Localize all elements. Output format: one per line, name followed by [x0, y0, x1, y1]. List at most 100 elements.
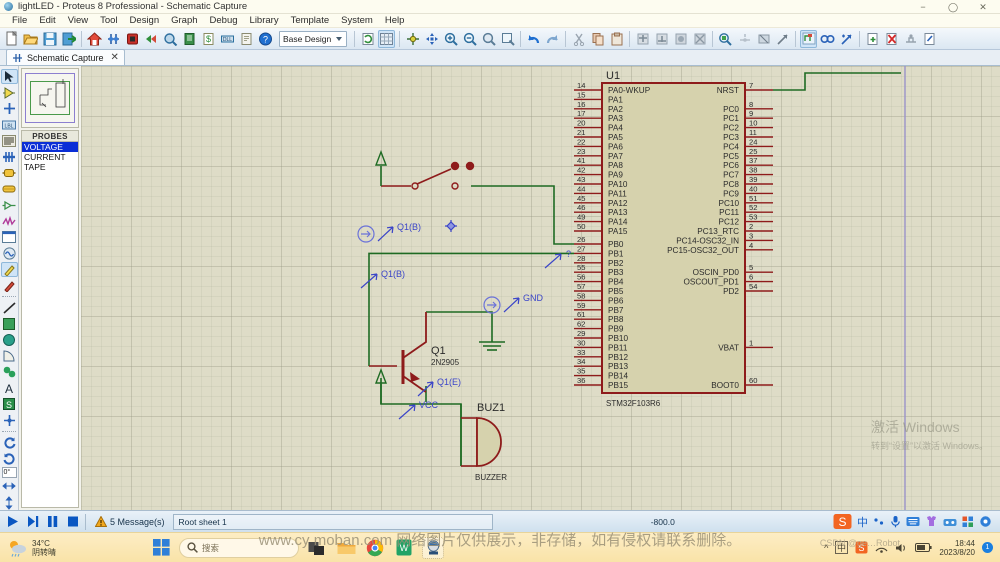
- new-file-icon[interactable]: [3, 30, 20, 48]
- design-explorer-2-icon[interactable]: [921, 30, 938, 48]
- home-page-icon[interactable]: [86, 30, 103, 48]
- windows-start-icon[interactable]: [150, 537, 172, 559]
- paste-icon[interactable]: [608, 30, 625, 48]
- menu-debug[interactable]: Debug: [204, 14, 244, 28]
- cut-icon[interactable]: [570, 30, 587, 48]
- pan-icon[interactable]: [423, 30, 440, 48]
- proteus-taskbar-icon[interactable]: [422, 536, 444, 559]
- new-sheet-icon[interactable]: [864, 30, 881, 48]
- exit-sheet-icon[interactable]: [902, 30, 919, 48]
- 2d-marker-icon[interactable]: [1, 413, 18, 428]
- bill-cost-icon[interactable]: $: [200, 30, 217, 48]
- keyboard-icon[interactable]: [906, 516, 920, 527]
- punctuation-icon[interactable]: [873, 516, 885, 528]
- set-origin-icon[interactable]: [404, 30, 421, 48]
- menu-design[interactable]: Design: [124, 14, 166, 28]
- zoom-area-icon[interactable]: [480, 30, 497, 48]
- 2d-symbol-icon[interactable]: S: [1, 397, 18, 412]
- sogou-tray-icon[interactable]: S: [855, 541, 868, 554]
- block-copy-icon[interactable]: [634, 30, 651, 48]
- notification-badge[interactable]: 1: [982, 542, 993, 553]
- current-probe-icon[interactable]: [1, 278, 18, 293]
- schematic-canvas[interactable]: U1 STM32F103R6 PA0-WKUP PA1 PA2 PA3 PA4 …: [81, 66, 1000, 510]
- component-mode-icon[interactable]: [1, 85, 18, 100]
- junction-dot-icon[interactable]: [1, 101, 18, 116]
- undo-icon[interactable]: [525, 30, 542, 48]
- buses-icon[interactable]: [1, 150, 18, 165]
- close-button[interactable]: ✕: [968, 0, 998, 14]
- toggle-grid-icon[interactable]: [378, 29, 395, 48]
- input-method-icon[interactable]: 中: [835, 541, 849, 554]
- probes-list[interactable]: VOLTAGE CURRENT TAPE: [21, 141, 79, 508]
- messages-indicator[interactable]: 5 Message(s): [89, 516, 171, 527]
- 2d-arc-icon[interactable]: [1, 349, 18, 364]
- maximize-button[interactable]: ◯: [938, 0, 968, 14]
- design-selector[interactable]: Base Design: [279, 30, 347, 47]
- menu-library[interactable]: Library: [244, 14, 285, 28]
- task-view-icon[interactable]: [306, 537, 328, 559]
- 2d-box-icon[interactable]: [1, 316, 18, 331]
- skin-icon[interactable]: [925, 515, 938, 528]
- packaging-tool-icon[interactable]: [755, 30, 772, 48]
- settings-icon[interactable]: [979, 515, 992, 528]
- probe-item-current[interactable]: CURRENT: [22, 152, 78, 162]
- help-icon[interactable]: ?: [257, 30, 274, 48]
- property-assignment-icon[interactable]: [838, 30, 855, 48]
- rotation-angle-input[interactable]: 0°: [1, 466, 17, 478]
- simulation-pause-button[interactable]: [42, 513, 62, 531]
- subcircuit-icon[interactable]: [1, 166, 18, 181]
- block-delete-icon[interactable]: [691, 30, 708, 48]
- menu-view[interactable]: View: [62, 14, 94, 28]
- device-pins-icon[interactable]: [1, 198, 18, 213]
- remove-sheet-icon[interactable]: [883, 30, 900, 48]
- battery-icon[interactable]: [915, 542, 933, 553]
- make-device-icon[interactable]: [736, 30, 753, 48]
- zoom-in-icon[interactable]: [442, 30, 459, 48]
- 2d-line-icon[interactable]: [1, 300, 18, 315]
- mirror-vertical-icon[interactable]: [1, 495, 18, 510]
- wire-label-icon[interactable]: LBL: [1, 117, 18, 132]
- menu-help[interactable]: Help: [379, 14, 411, 28]
- open-file-icon[interactable]: [22, 30, 39, 48]
- project-notes-icon[interactable]: [238, 30, 255, 48]
- search-tag-icon[interactable]: [819, 30, 836, 48]
- tray-chevron-icon[interactable]: ^: [824, 543, 828, 553]
- 2d-text-icon[interactable]: A: [1, 381, 18, 396]
- simulation-step-button[interactable]: [22, 513, 42, 531]
- mirror-horizontal-icon[interactable]: [1, 479, 18, 494]
- bill-of-materials-icon[interactable]: [181, 30, 198, 48]
- 3d-visualizer-icon[interactable]: [143, 30, 160, 48]
- menu-tool[interactable]: Tool: [94, 14, 123, 28]
- design-explorer-icon[interactable]: [162, 30, 179, 48]
- ime-mode-indicator[interactable]: 中: [857, 514, 868, 530]
- minimize-button[interactable]: −: [908, 0, 938, 14]
- decompose-icon[interactable]: [774, 30, 791, 48]
- import-export-icon[interactable]: [60, 30, 77, 48]
- proteus-vsm-icon[interactable]: DLL: [219, 30, 236, 48]
- 2d-path-icon[interactable]: [1, 365, 18, 380]
- save-file-icon[interactable]: [41, 30, 58, 48]
- refresh-icon[interactable]: [359, 30, 376, 48]
- menu-file[interactable]: File: [6, 14, 33, 28]
- generator-mode-icon[interactable]: [1, 246, 18, 261]
- terminals-mode-icon[interactable]: [1, 182, 18, 197]
- text-script-icon[interactable]: [1, 133, 18, 148]
- taskbar-search-box[interactable]: 搜索: [179, 537, 299, 558]
- redo-icon[interactable]: [544, 30, 561, 48]
- rotate-cw-icon[interactable]: [1, 435, 18, 450]
- menu-system[interactable]: System: [335, 14, 379, 28]
- copy-icon[interactable]: [589, 30, 606, 48]
- selection-mode-icon[interactable]: [0, 69, 18, 85]
- block-move-icon[interactable]: [653, 30, 670, 48]
- graph-mode-icon[interactable]: [1, 214, 18, 229]
- taskbar-clock[interactable]: 18:44 2023/8/20: [939, 539, 975, 557]
- menu-edit[interactable]: Edit: [33, 14, 61, 28]
- zoom-out-icon[interactable]: [461, 30, 478, 48]
- volume-icon[interactable]: [895, 542, 908, 554]
- rotate-ccw-icon[interactable]: [1, 451, 18, 466]
- menu-template[interactable]: Template: [285, 14, 336, 28]
- schematic-capture-icon[interactable]: [105, 30, 122, 48]
- wire-autorouter-icon[interactable]: [800, 29, 817, 48]
- wps-icon[interactable]: W: [393, 537, 415, 559]
- voice-input-icon[interactable]: [890, 515, 901, 528]
